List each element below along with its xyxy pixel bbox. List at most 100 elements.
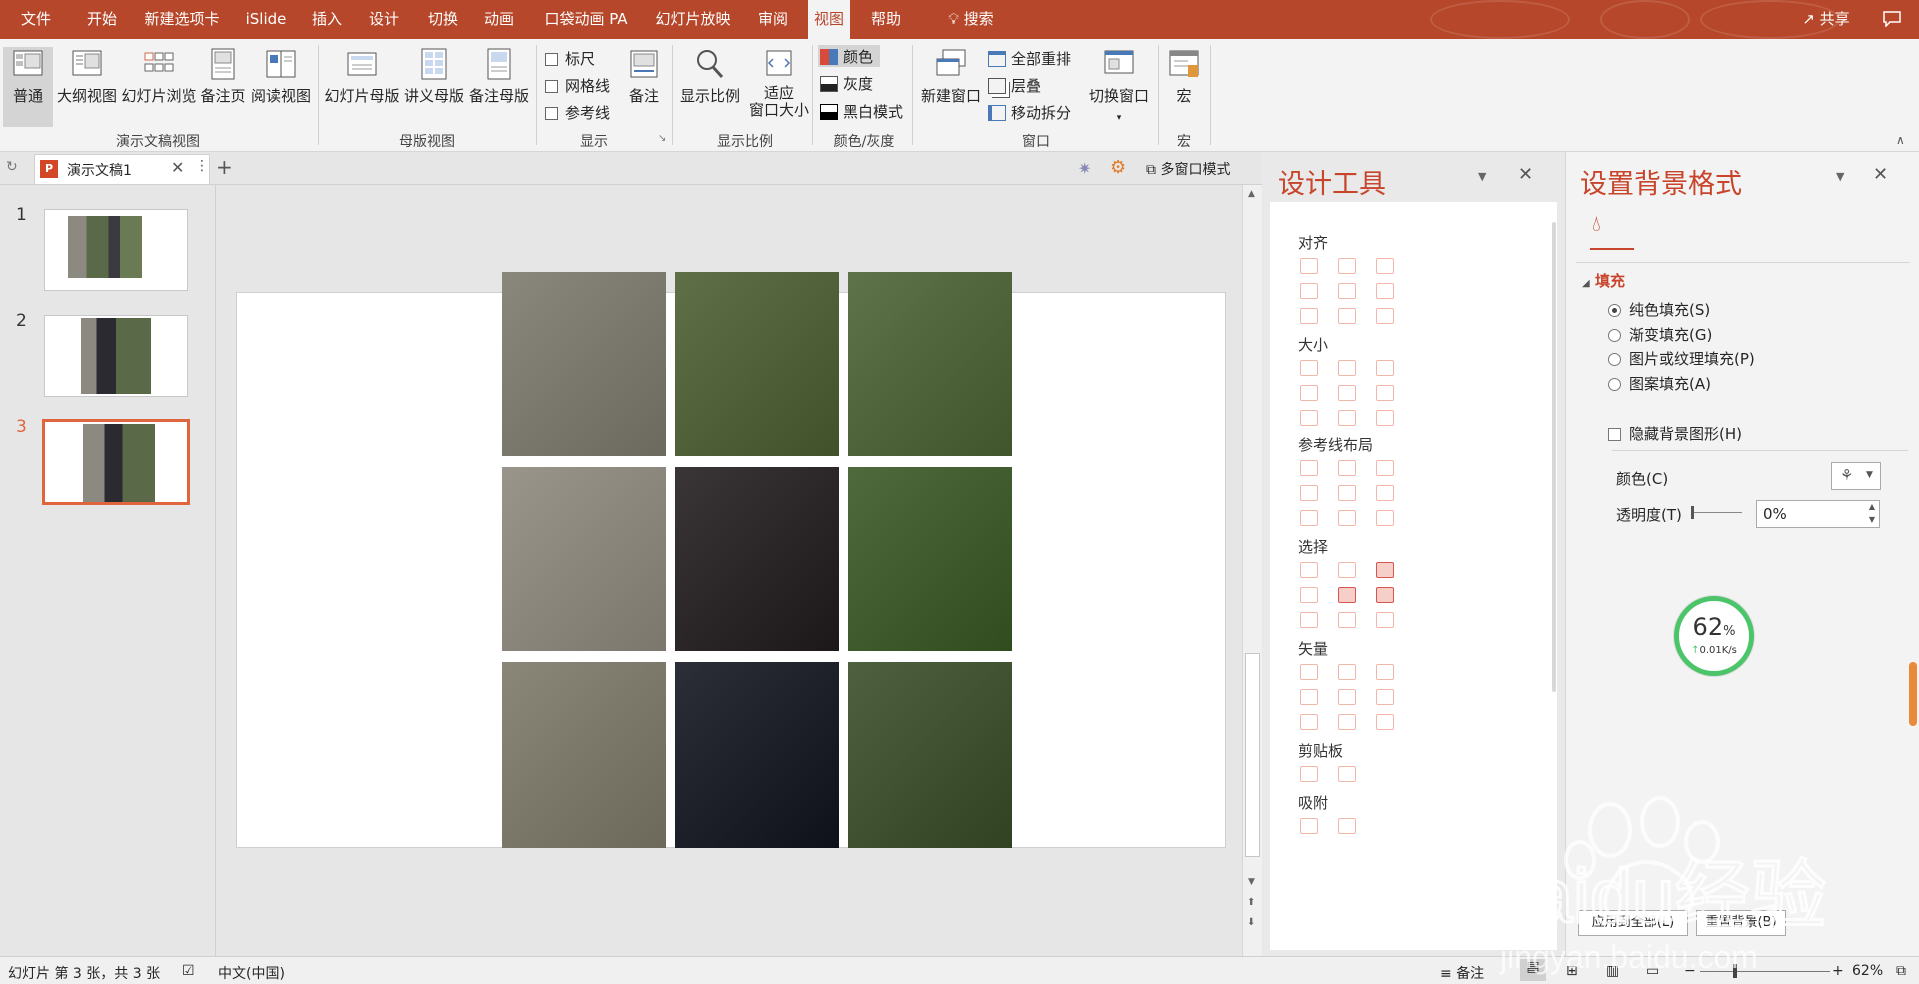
collapse-ribbon-icon[interactable]: ∧	[1896, 133, 1905, 147]
design-tool-icon[interactable]	[1338, 510, 1356, 526]
transparency-slider-thumb[interactable]	[1691, 506, 1694, 519]
tab-7[interactable]: 动画	[473, 0, 525, 39]
design-tool-icon[interactable]	[1376, 587, 1394, 603]
design-tool-icon[interactable]	[1376, 562, 1394, 578]
guides-checkbox[interactable]: 参考线	[545, 102, 610, 123]
design-tool-icon[interactable]	[1338, 818, 1356, 834]
notes-toggle[interactable]: ≡ 备注	[1440, 963, 1484, 983]
design-tool-icon[interactable]	[1376, 460, 1394, 476]
design-tool-icon[interactable]	[1300, 460, 1318, 476]
design-tool-icon[interactable]	[1300, 485, 1318, 501]
zoom-button[interactable]: 显示比例	[678, 47, 742, 127]
scrollbar-thumb[interactable]	[1245, 653, 1260, 857]
next-slide-icon[interactable]: ⬇	[1247, 917, 1255, 928]
spin-down-icon[interactable]: ▼	[1869, 515, 1875, 524]
design-tool-icon[interactable]	[1376, 689, 1394, 705]
design-tool-icon[interactable]	[1338, 664, 1356, 680]
share-button[interactable]: ↗ 共享	[1790, 0, 1862, 39]
fill-option-radio[interactable]: 渐变填充(G)	[1608, 324, 1712, 345]
tab-12[interactable]: 帮助	[860, 0, 912, 39]
zoom-level[interactable]: 62%	[1852, 963, 1883, 979]
design-tool-icon[interactable]	[1300, 689, 1318, 705]
photo-tile[interactable]	[848, 662, 1012, 848]
design-tool-icon[interactable]	[1300, 510, 1318, 526]
view-notes-page-button[interactable]: 备注页	[199, 47, 247, 127]
previous-slide-icon[interactable]: ⬆	[1247, 897, 1255, 908]
arrange-all-button[interactable]: 全部重排	[988, 48, 1071, 69]
design-tool-icon[interactable]	[1300, 308, 1318, 324]
tab-6[interactable]: 切换	[417, 0, 469, 39]
color-picker-button[interactable]: ⚘ ▼	[1831, 462, 1881, 490]
fill-option-radio[interactable]: 图案填充(A)	[1608, 373, 1711, 394]
photo-tile[interactable]	[502, 467, 666, 651]
design-tool-icon[interactable]	[1338, 385, 1356, 401]
ruler-checkbox[interactable]: 标尺	[545, 48, 595, 69]
history-icon[interactable]: ↻	[6, 159, 28, 177]
photo-tile[interactable]	[675, 662, 839, 848]
design-tool-icon[interactable]	[1338, 283, 1356, 299]
slide-thumbnail-3[interactable]	[42, 419, 190, 505]
black-white-mode-button[interactable]: 黑白模式	[820, 101, 903, 122]
fill-section-toggle[interactable]: ◢ 填充	[1582, 270, 1625, 291]
design-tool-icon[interactable]	[1338, 410, 1356, 426]
design-tool-icon[interactable]	[1300, 612, 1318, 628]
design-tool-icon[interactable]	[1376, 510, 1394, 526]
design-tool-icon[interactable]	[1338, 689, 1356, 705]
add-tab-icon[interactable]: +	[216, 155, 233, 179]
notes-master-button[interactable]: 备注母版	[467, 47, 531, 127]
tab-0[interactable]: 文件	[10, 0, 62, 39]
fill-option-radio[interactable]: 图片或纹理填充(P)	[1608, 348, 1755, 369]
network-speed-widget[interactable]: 62% ↑0.01K/s	[1674, 596, 1754, 676]
tab-3[interactable]: iSlide	[237, 0, 295, 39]
sparkle-icon[interactable]: ✷	[1078, 159, 1100, 179]
tab-search[interactable]: 💡︎ 搜索	[930, 0, 1012, 39]
vertical-scrollbar[interactable]: ▲ ▼ ⬆ ⬇	[1242, 185, 1262, 956]
dialog-launcher-icon[interactable]: ↘	[658, 133, 666, 144]
tab-8[interactable]: 口袋动画 PA	[535, 0, 637, 39]
fill-option-radio[interactable]: 纯色填充(S)	[1608, 299, 1710, 320]
tab-11[interactable]: 视图	[808, 0, 850, 39]
design-tool-icon[interactable]	[1376, 283, 1394, 299]
photo-tile[interactable]	[502, 272, 666, 456]
zoom-in-icon[interactable]: +	[1832, 963, 1844, 979]
design-tool-icon[interactable]	[1300, 714, 1318, 730]
slide-master-button[interactable]: 幻灯片母版	[322, 47, 402, 127]
switch-window-button[interactable]: 切换窗口 ▾	[1084, 47, 1154, 127]
design-tool-icon[interactable]	[1300, 766, 1318, 782]
fit-to-window-button[interactable]: 适应 窗口大小	[744, 47, 814, 127]
language-indicator[interactable]: 中文(中国)	[218, 963, 285, 983]
normal-view-icon[interactable]: ▤	[1520, 959, 1546, 981]
reading-view-icon[interactable]: ▥	[1606, 963, 1619, 979]
design-tool-icon[interactable]	[1376, 258, 1394, 274]
design-tool-icon[interactable]	[1338, 258, 1356, 274]
document-tab[interactable]: P 演示文稿1 ✕ ⋮	[34, 154, 210, 184]
tab-9[interactable]: 幻灯片放映	[645, 0, 741, 39]
slide-thumbnail-2[interactable]	[44, 315, 188, 397]
multi-window-mode-button[interactable]: ⧉ 多窗口模式	[1146, 159, 1230, 179]
handout-master-button[interactable]: 讲义母版	[403, 47, 465, 127]
new-window-button[interactable]: 新建窗口	[918, 47, 984, 127]
slide-thumbnail-1[interactable]	[44, 209, 188, 291]
design-tool-icon[interactable]	[1338, 612, 1356, 628]
design-tool-icon[interactable]	[1338, 587, 1356, 603]
hide-background-graphics-checkbox[interactable]: 隐藏背景图形(H)	[1608, 423, 1742, 444]
transparency-slider-track[interactable]	[1692, 512, 1742, 513]
slide-sorter-icon[interactable]: ⊞	[1566, 963, 1578, 979]
reset-background-button[interactable]: 重置背景(B)	[1696, 910, 1786, 936]
move-split-button[interactable]: 移动拆分	[988, 102, 1071, 123]
design-tool-icon[interactable]	[1300, 410, 1318, 426]
design-tool-icon[interactable]	[1300, 283, 1318, 299]
design-tool-icon[interactable]	[1376, 664, 1394, 680]
spell-check-icon[interactable]: ☑	[182, 963, 195, 979]
tab-5[interactable]: 设计	[358, 0, 410, 39]
design-tool-icon[interactable]	[1376, 612, 1394, 628]
tab-10[interactable]: 审阅	[747, 0, 799, 39]
pane-options-icon[interactable]: ▼	[1478, 170, 1486, 183]
fill-bucket-icon[interactable]: 💧︎	[1592, 212, 1601, 237]
photo-tile[interactable]	[675, 272, 839, 456]
design-tool-icon[interactable]	[1300, 360, 1318, 376]
more-options-icon[interactable]: ⋮	[195, 158, 209, 174]
transparency-input[interactable]: 0% ▲ ▼	[1756, 500, 1880, 528]
photo-tile[interactable]	[848, 467, 1012, 651]
zoom-slider-track[interactable]	[1700, 971, 1830, 972]
